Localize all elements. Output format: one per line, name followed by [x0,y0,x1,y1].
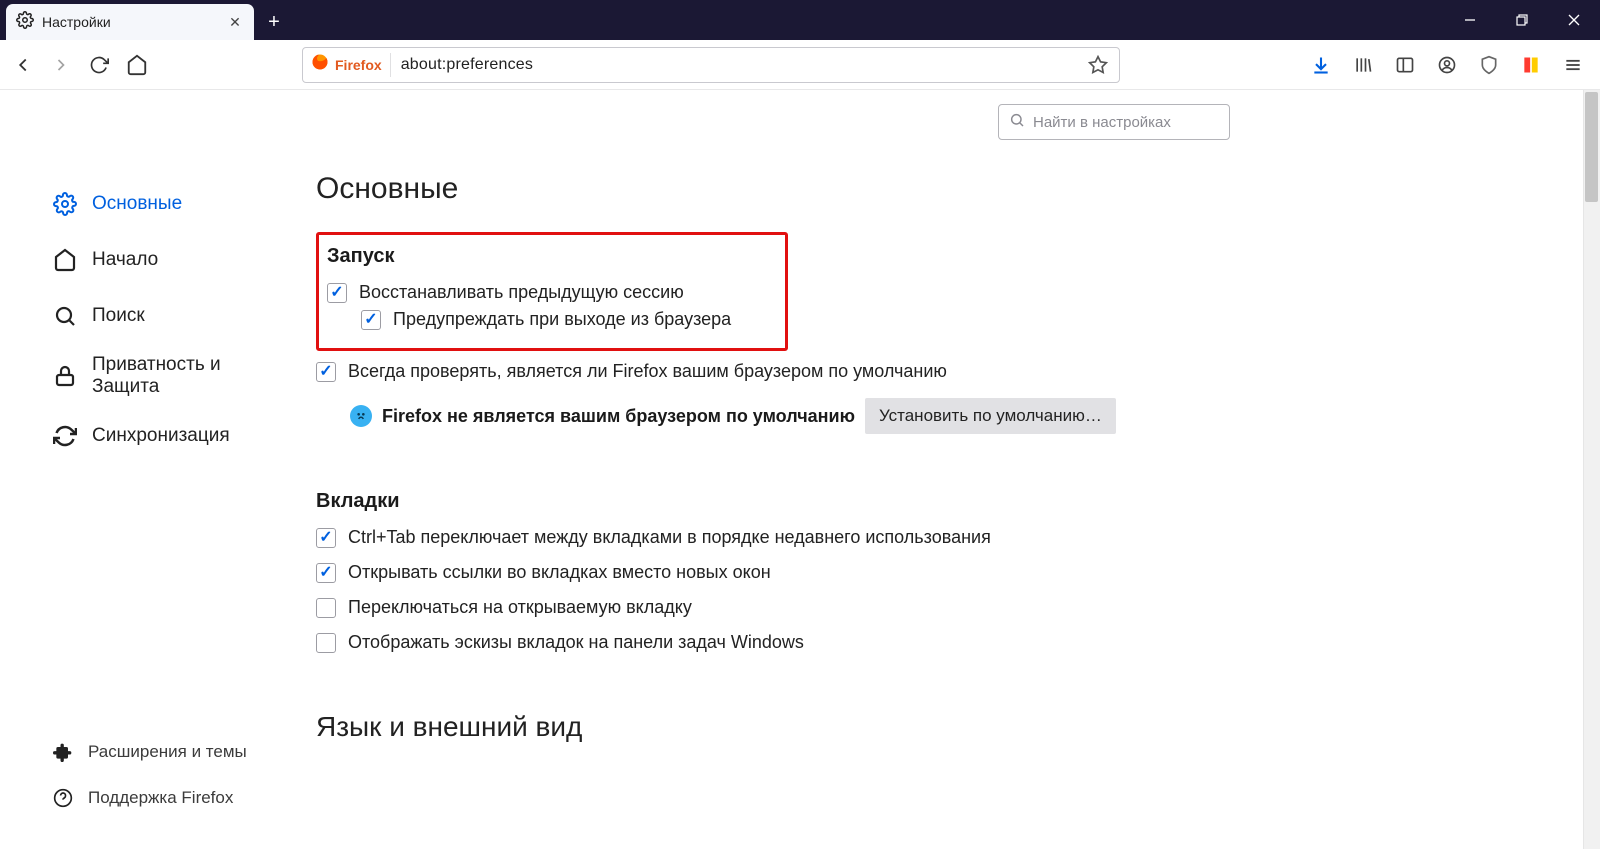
maximize-button[interactable] [1496,0,1548,40]
checkbox-icon [316,528,336,548]
settings-sidebar: Основные Начало Поиск Приватность и Защи… [0,90,316,849]
startup-heading: Запуск [327,245,777,268]
gear-icon [52,191,78,217]
scroll-thumb[interactable] [1585,92,1598,202]
sidebar-item-label: Приватность и Защита [92,354,262,398]
checkbox-label: Переключаться на открываемую вкладку [348,597,692,618]
back-button[interactable] [4,46,42,84]
scrollbar[interactable] [1583,90,1600,849]
always-check-default-checkbox[interactable]: Всегда проверять, является ли Firefox ва… [316,361,1216,382]
window-controls [1444,0,1600,40]
restore-session-checkbox[interactable]: Восстанавливать предыдущую сессию [327,282,777,303]
sidebar-item-sync[interactable]: Синхронизация [0,408,316,464]
tab-close-button[interactable]: ✕ [226,13,244,31]
open-in-tabs-checkbox[interactable]: Открывать ссылки во вкладках вместо новы… [316,562,1216,583]
checkbox-label: Отображать эскизы вкладок на панели зада… [348,632,804,653]
sidebar-item-home[interactable]: Начало [0,232,316,288]
firefox-icon [311,53,329,76]
forward-button[interactable] [42,46,80,84]
checkbox-icon [327,283,347,303]
help-icon [52,787,74,809]
content-area: Основные Начало Поиск Приватность и Защи… [0,90,1600,849]
sidebar-item-label: Основные [92,193,182,215]
checkbox-icon [316,362,336,382]
sidebar-item-support[interactable]: Поддержка Firefox [0,775,316,821]
identity-label: Firefox [335,57,382,73]
search-icon [52,303,78,329]
gear-icon [16,11,34,34]
sidebar-item-privacy[interactable]: Приватность и Защита [0,344,316,408]
taskbar-thumbnails-checkbox[interactable]: Отображать эскизы вкладок на панели зада… [316,632,1216,653]
library-button[interactable] [1348,50,1378,80]
minimize-button[interactable] [1444,0,1496,40]
checkbox-label: Ctrl+Tab переключает между вкладками в п… [348,527,991,548]
sidebar-button[interactable] [1390,50,1420,80]
app-menu-button[interactable] [1558,50,1588,80]
bookmark-star-button[interactable] [1085,52,1111,78]
sidebar-item-label: Синхронизация [92,425,230,447]
checkbox-icon [361,310,381,330]
search-icon [1009,112,1025,132]
checkbox-icon [316,563,336,583]
warn-exit-checkbox[interactable]: Предупреждать при выходе из браузера [327,309,777,330]
checkbox-label: Предупреждать при выходе из браузера [393,309,731,330]
sidebar-item-label: Поиск [92,305,145,327]
lang-appearance-heading: Язык и внешний вид [316,711,1600,743]
checkbox-icon [316,633,336,653]
search-placeholder: Найти в настройках [1033,114,1171,131]
lock-icon [52,363,78,389]
sad-face-icon [350,405,372,427]
tab-title: Настройки [42,14,111,30]
sidebar-item-extensions[interactable]: Расширения и темы [0,729,316,775]
highlighted-startup-box: Запуск Восстанавливать предыдущую сессию… [316,232,788,351]
page-title: Основные [316,172,1600,206]
browser-tab[interactable]: Настройки ✕ [6,4,254,40]
nav-bar: Firefox about:preferences [0,40,1600,90]
preferences-main: Найти в настройках Основные Запуск Восст… [316,90,1600,849]
reload-button[interactable] [80,46,118,84]
set-default-button[interactable]: Установить по умолчанию… [865,398,1116,434]
bookmark-flag-icon[interactable] [1516,50,1546,80]
not-default-text: Firefox не является вашим браузером по у… [382,406,855,427]
sidebar-item-label: Начало [92,249,158,271]
shield-icon[interactable] [1474,50,1504,80]
tabs-heading: Вкладки [316,490,1216,513]
puzzle-icon [52,741,74,763]
tab-strip: Настройки ✕ + [0,0,1600,40]
section-startup: Запуск Восстанавливать предыдущую сессию… [316,232,1216,434]
sidebar-item-label: Поддержка Firefox [88,788,233,808]
close-window-button[interactable] [1548,0,1600,40]
account-button[interactable] [1432,50,1462,80]
default-browser-row: Firefox не является вашим браузером по у… [316,398,1216,434]
checkbox-label: Восстанавливать предыдущую сессию [359,282,684,303]
identity-badge[interactable]: Firefox [311,53,391,77]
new-tab-button[interactable]: + [258,6,290,38]
switch-tab-checkbox[interactable]: Переключаться на открываемую вкладку [316,597,1216,618]
checkbox-label: Всегда проверять, является ли Firefox ва… [348,361,947,382]
home-icon [52,247,78,273]
ctrl-tab-checkbox[interactable]: Ctrl+Tab переключает между вкладками в п… [316,527,1216,548]
settings-search-input[interactable]: Найти в настройках [998,104,1230,140]
section-tabs: Вкладки Ctrl+Tab переключает между вклад… [316,490,1216,653]
sync-icon [52,423,78,449]
sidebar-item-label: Расширения и темы [88,742,247,762]
sidebar-item-general[interactable]: Основные [0,176,316,232]
url-bar[interactable]: Firefox about:preferences [302,47,1120,83]
downloads-button[interactable] [1306,50,1336,80]
toolbar-extras [1306,50,1596,80]
checkbox-icon [316,598,336,618]
url-text: about:preferences [401,56,533,74]
home-button[interactable] [118,46,156,84]
sidebar-item-search[interactable]: Поиск [0,288,316,344]
checkbox-label: Открывать ссылки во вкладках вместо новы… [348,562,771,583]
